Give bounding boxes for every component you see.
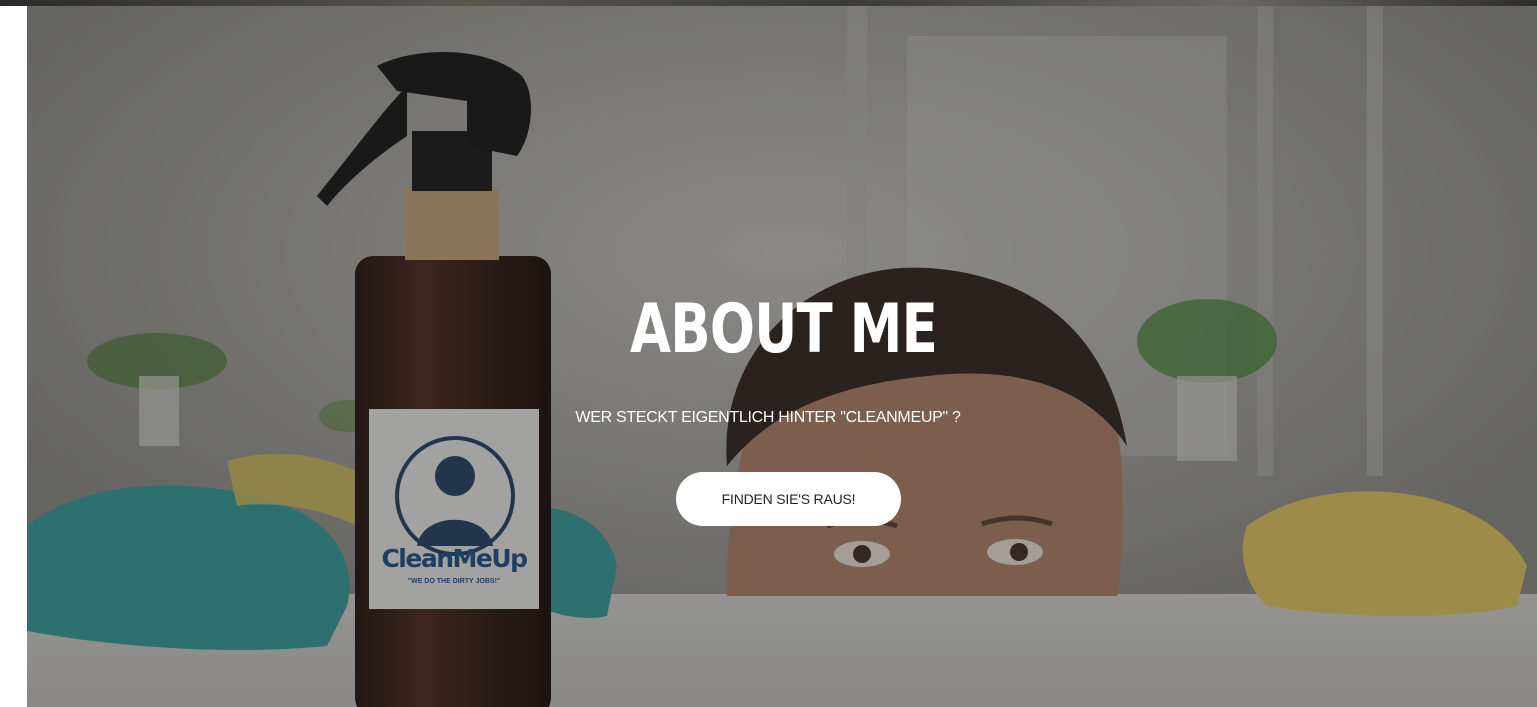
find-out-button[interactable]: FINDEN SIE'S RAUS! [676,472,901,526]
about-hero-section: CleanMeUp "WE DO THE DIRTY JOBS!" ABOUT … [27,6,1537,707]
hero-subtitle: WER STECKT EIGENTLICH HINTER "CLEANMEUP"… [575,409,961,426]
left-gutter [0,6,27,707]
hero-content: ABOUT ME WER STECKT EIGENTLICH HINTER "C… [27,6,1537,707]
page-title: ABOUT ME [630,290,938,369]
